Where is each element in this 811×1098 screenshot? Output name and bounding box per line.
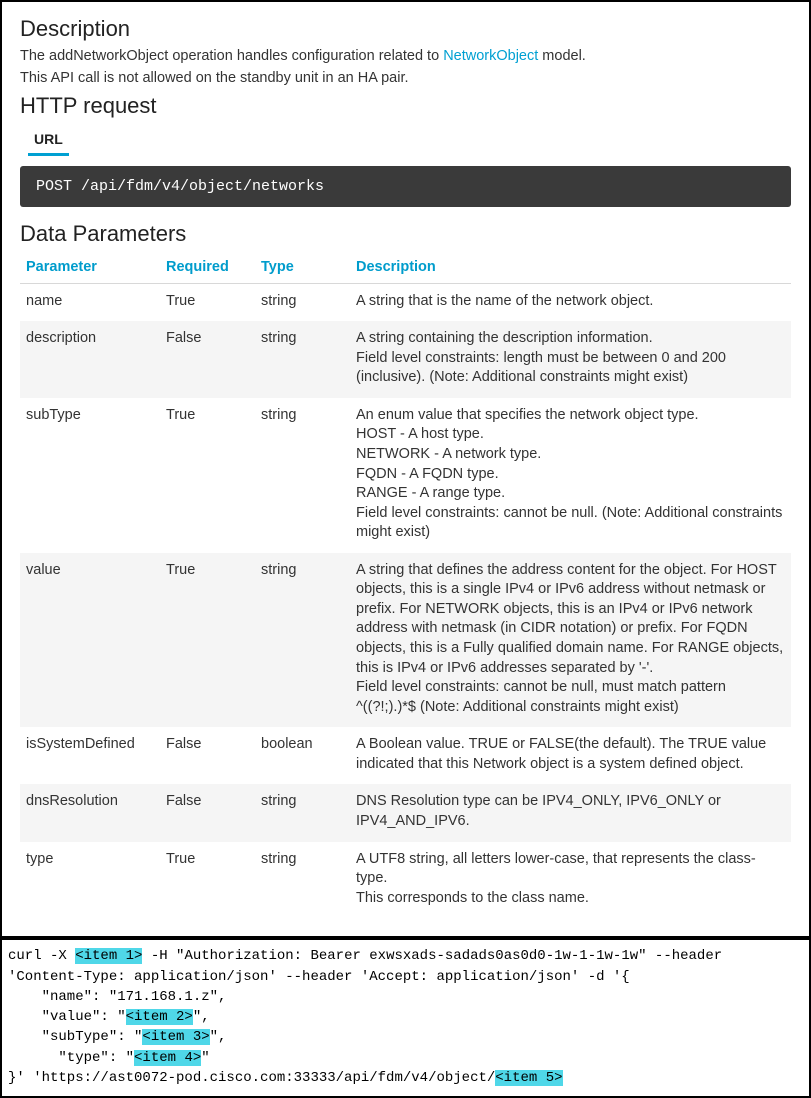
cell-desc: A string that is the name of the network…	[350, 283, 791, 321]
cell-desc: A UTF8 string, all letters lower-case, t…	[350, 842, 791, 919]
api-doc-panel: Description The addNetworkObject operati…	[2, 2, 809, 936]
endpoint-code: POST /api/fdm/v4/object/networks	[20, 166, 791, 207]
cell-param: isSystemDefined	[20, 727, 160, 784]
th-description: Description	[350, 251, 791, 284]
curl-text: "name": "171.168.1.z",	[8, 989, 226, 1005]
description-heading: Description	[20, 16, 791, 42]
table-row: dnsResolutionFalsestringDNS Resolution t…	[20, 784, 791, 841]
table-row: valueTruestringA string that defines the…	[20, 553, 791, 728]
table-row: descriptionFalsestringA string containin…	[20, 321, 791, 398]
curl-text: 'Content-Type: application/json' --heade…	[8, 969, 630, 985]
cell-desc: DNS Resolution type can be IPV4_ONLY, IP…	[350, 784, 791, 841]
th-parameter: Parameter	[20, 251, 160, 284]
cell-required: True	[160, 553, 255, 728]
placeholder-item-4: <item 4>	[134, 1050, 201, 1066]
placeholder-item-2: <item 2>	[126, 1009, 193, 1025]
cell-required: True	[160, 398, 255, 553]
curl-text: "	[201, 1050, 209, 1066]
desc-text-part-a: The addNetworkObject operation handles c…	[20, 48, 443, 64]
cell-required: False	[160, 727, 255, 784]
cell-type: string	[255, 283, 350, 321]
placeholder-item-3: <item 3>	[142, 1029, 209, 1045]
cell-type: string	[255, 398, 350, 553]
curl-example: curl -X <item 1> -H "Authorization: Bear…	[2, 940, 809, 1096]
cell-param: dnsResolution	[20, 784, 160, 841]
cell-desc: A string that defines the address conten…	[350, 553, 791, 728]
table-row: nameTruestringA string that is the name …	[20, 283, 791, 321]
cell-type: string	[255, 321, 350, 398]
curl-text: "value": "	[8, 1009, 126, 1025]
data-parameters-table: Parameter Required Type Description name…	[20, 251, 791, 919]
cell-param: description	[20, 321, 160, 398]
cell-param: name	[20, 283, 160, 321]
curl-text: curl -X	[8, 948, 75, 964]
cell-desc: A string containing the description info…	[350, 321, 791, 398]
table-row: typeTruestringA UTF8 string, all letters…	[20, 842, 791, 919]
cell-type: string	[255, 784, 350, 841]
curl-text: "subType": "	[8, 1029, 142, 1045]
data-parameters-heading: Data Parameters	[20, 221, 791, 247]
cell-param: subType	[20, 398, 160, 553]
curl-text: ",	[210, 1029, 227, 1045]
cell-desc: An enum value that specifies the network…	[350, 398, 791, 553]
description-line-2: This API call is not allowed on the stan…	[20, 68, 791, 88]
http-request-heading: HTTP request	[20, 93, 791, 119]
table-row: subTypeTruestringAn enum value that spec…	[20, 398, 791, 553]
curl-text: ",	[193, 1009, 210, 1025]
cell-required: True	[160, 842, 255, 919]
cell-param: value	[20, 553, 160, 728]
placeholder-item-1: <item 1>	[75, 948, 142, 964]
cell-type: string	[255, 553, 350, 728]
cell-desc: A Boolean value. TRUE or FALSE(the defau…	[350, 727, 791, 784]
desc-text-part-b: model.	[538, 48, 586, 64]
cell-type: string	[255, 842, 350, 919]
curl-text: "type": "	[8, 1050, 134, 1066]
cell-required: False	[160, 321, 255, 398]
networkobject-link[interactable]: NetworkObject	[443, 48, 538, 64]
th-type: Type	[255, 251, 350, 284]
tab-bar: URL	[20, 127, 791, 156]
curl-text: }' 'https://ast0072-pod.cisco.com:33333/…	[8, 1070, 495, 1086]
placeholder-item-5: <item 5>	[495, 1070, 562, 1086]
cell-required: True	[160, 283, 255, 321]
table-row: isSystemDefinedFalsebooleanA Boolean val…	[20, 727, 791, 784]
description-line-1: The addNetworkObject operation handles c…	[20, 46, 791, 66]
th-required: Required	[160, 251, 255, 284]
cell-param: type	[20, 842, 160, 919]
cell-type: boolean	[255, 727, 350, 784]
tab-url[interactable]: URL	[28, 127, 69, 156]
cell-required: False	[160, 784, 255, 841]
curl-text: -H "Authorization: Bearer exwsxads-sadad…	[142, 948, 722, 964]
